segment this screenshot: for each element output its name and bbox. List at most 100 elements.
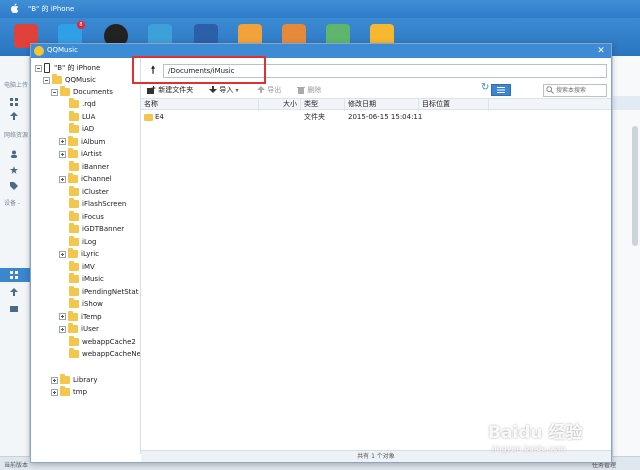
tree-device[interactable]: "B" 的 iPhone xyxy=(35,62,100,74)
tree-folder-node[interactable]: webappCacheNew xyxy=(59,348,140,360)
folder-icon xyxy=(69,198,79,208)
new-folder-button[interactable]: 新建文件夹 xyxy=(147,84,193,96)
tag-icon[interactable] xyxy=(10,182,18,190)
tree-folder-node[interactable]: iAlbum xyxy=(59,135,106,148)
tree-documents[interactable]: Documents xyxy=(51,86,113,98)
col-modified[interactable]: 修改日期 xyxy=(345,99,419,111)
tree-folder-node[interactable]: iMusic xyxy=(59,273,104,285)
tree-folder-node[interactable]: iGDTBanner xyxy=(59,223,124,235)
collapse-toggle[interactable] xyxy=(35,64,42,72)
app-sidebar: 电脑上传 网络资源 设备 - xyxy=(0,56,30,470)
tree-label: iMV xyxy=(82,262,95,271)
tree-folder-node[interactable]: .rqd xyxy=(59,98,96,110)
col-size[interactable]: 大小 xyxy=(259,99,301,111)
tree-label: .rqd xyxy=(82,100,96,108)
tree-folder-node[interactable]: iAD xyxy=(59,123,94,135)
tree-folder-node[interactable]: iCluster xyxy=(59,185,109,198)
export-button[interactable]: 导出 xyxy=(257,84,281,96)
folder-icon xyxy=(69,285,79,296)
tree-label: iMusic xyxy=(82,275,104,283)
dialog-title: QQMusic xyxy=(47,46,78,54)
expand-toggle[interactable] xyxy=(59,150,66,158)
tree-folder-node[interactable]: iMV xyxy=(59,260,95,273)
tree-folder-node[interactable]: iLog xyxy=(59,235,96,248)
tree-folder-node[interactable]: iBanner xyxy=(59,160,109,173)
refresh-icon[interactable]: ↻ xyxy=(481,82,489,94)
tree-folder-node[interactable]: webappCache2 xyxy=(59,335,136,348)
scrollbar[interactable] xyxy=(632,126,638,246)
folder-icon xyxy=(68,323,78,333)
folder-icon xyxy=(69,185,79,196)
delete-button[interactable]: 删除 xyxy=(297,84,321,96)
expand-toggle[interactable] xyxy=(59,325,66,333)
tree-folder-node[interactable]: iLyric xyxy=(59,248,99,260)
expand-toggle[interactable] xyxy=(51,388,58,396)
row-name: E4 xyxy=(155,113,164,121)
tree-folder-node[interactable]: iTemp xyxy=(59,310,102,323)
folder-icon xyxy=(68,148,78,158)
tree-app[interactable]: QQMusic xyxy=(43,74,96,86)
grid-icon xyxy=(10,271,18,279)
dialog-toolbar: 新建文件夹 导入 ▾ 导出 删除 ↻ xyxy=(141,82,611,98)
folder-icon xyxy=(60,86,70,96)
tree-folder-node[interactable]: iFlashScreen xyxy=(59,198,126,210)
expand-toggle[interactable] xyxy=(59,175,66,183)
chevron-down-icon: ▾ xyxy=(235,87,239,94)
export-icon xyxy=(257,86,265,93)
collapse-toggle[interactable] xyxy=(51,88,58,96)
watermark: Baidu 经验 jingyan.baidu.com xyxy=(488,418,608,460)
list-view-button[interactable] xyxy=(491,84,511,96)
tree-label: Documents xyxy=(73,88,113,96)
tree-label: iAlbum xyxy=(81,137,106,146)
folder-small-icon[interactable] xyxy=(10,304,18,312)
expand-toggle[interactable] xyxy=(51,376,58,384)
folder-icon xyxy=(68,173,78,183)
tree-label: iPendingNetStat xyxy=(82,287,139,296)
col-target[interactable]: 目标位置 xyxy=(419,99,489,111)
tree-label: iUser xyxy=(81,325,99,333)
delete-label: 删除 xyxy=(307,86,322,94)
path-input[interactable] xyxy=(163,64,607,78)
file-browser-dialog: QQMusic ✕ "B" 的 iPhone QQMusic Documents… xyxy=(30,43,612,463)
tree-label: iFocus xyxy=(82,212,104,221)
tree-folder-node[interactable]: iFocus xyxy=(59,210,104,223)
tree-folder-node[interactable]: LUA xyxy=(59,110,96,123)
file-list-header: 名称 大小 类型 修改日期 目标位置 xyxy=(141,98,611,111)
close-icon[interactable]: ✕ xyxy=(595,45,607,57)
tree-label: Library xyxy=(73,376,98,384)
person-icon[interactable] xyxy=(10,150,18,158)
tree-label: iGDTBanner xyxy=(82,225,125,233)
star-icon[interactable] xyxy=(10,166,18,174)
expand-toggle[interactable] xyxy=(59,250,66,258)
tree-tmp[interactable]: tmp xyxy=(51,386,87,398)
tree-folder-node[interactable]: iPendingNetStat xyxy=(59,285,139,298)
tree-label: "B" 的 iPhone xyxy=(54,64,101,72)
tree-folder-node[interactable]: iUser xyxy=(59,323,99,335)
col-name[interactable]: 名称 xyxy=(141,99,259,111)
selected-row-band xyxy=(613,96,640,110)
up-arrow-icon[interactable]: 🠕 xyxy=(145,64,161,78)
col-type[interactable]: 类型 xyxy=(301,99,345,111)
tree-folder-node[interactable]: iArtist xyxy=(59,148,102,160)
folder-icon xyxy=(69,123,79,133)
grid-icon[interactable] xyxy=(10,98,18,106)
tree-folder-node[interactable]: iShow xyxy=(59,298,103,310)
expand-toggle[interactable] xyxy=(59,138,66,145)
version-text: 当前版本 xyxy=(4,462,29,469)
folder-icon xyxy=(69,110,79,121)
phone-icon xyxy=(44,63,50,73)
table-row[interactable]: E4 文件夹 2015-06-15 15:04:11 xyxy=(141,111,611,123)
upload-arrow-icon[interactable] xyxy=(10,288,18,296)
upload-arrow-icon[interactable] xyxy=(10,112,18,120)
row-size xyxy=(259,111,301,123)
expand-toggle[interactable] xyxy=(59,313,66,320)
app-title: "B" 的 iPhone xyxy=(28,5,75,13)
tree-folder-node[interactable]: iChannel xyxy=(59,173,112,185)
folder-icon xyxy=(69,348,79,358)
collapse-toggle[interactable] xyxy=(43,76,50,84)
tree-label: LUA xyxy=(82,112,96,121)
import-button[interactable]: 导入 ▾ xyxy=(209,84,238,96)
row-modified: 2015-06-15 15:04:11 xyxy=(348,113,423,121)
tree-library[interactable]: Library xyxy=(51,374,97,386)
tree-label: tmp xyxy=(73,388,88,396)
